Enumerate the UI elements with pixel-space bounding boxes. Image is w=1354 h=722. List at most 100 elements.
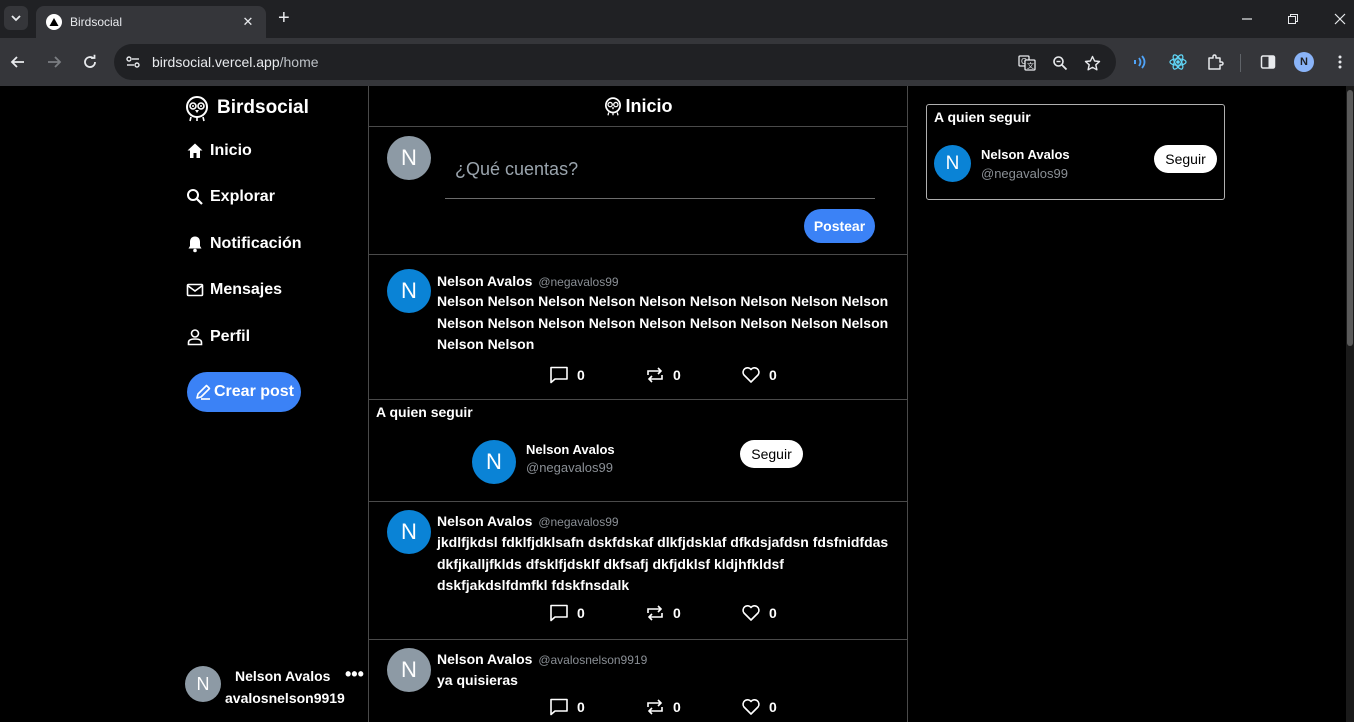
account-switcher[interactable]: N Nelson Avalos avalosnelson9919 ••• <box>185 664 365 710</box>
nav-label-notifications: Notificación <box>210 235 302 252</box>
nav-label-home: Inicio <box>210 142 252 159</box>
heart-icon <box>742 605 760 621</box>
restore-button[interactable] <box>1281 8 1305 30</box>
translate-icon[interactable]: G文 <box>1017 53 1037 73</box>
nav-label-messages: Mensajes <box>210 281 283 298</box>
comment-icon <box>550 366 568 384</box>
comment-icon <box>550 698 568 716</box>
avatar[interactable]: N <box>387 269 431 313</box>
side-panel-icon[interactable] <box>1257 51 1279 73</box>
like-count: 0 <box>769 699 777 715</box>
profile-initial: N <box>1294 52 1314 72</box>
bell-icon <box>188 236 202 253</box>
suggested-user-name[interactable]: Nelson Avalos <box>526 442 615 457</box>
account-name: Nelson Avalos <box>235 668 331 684</box>
post-item[interactable]: N Nelson Avalos @negavalos99 jkdlfjkdsl … <box>369 502 907 640</box>
section-title: A quien seguir <box>376 404 473 420</box>
post-actions: 0 0 0 <box>549 603 837 623</box>
feed-header: Inicio <box>369 86 907 127</box>
post-item[interactable]: N Nelson Avalos @avalosnelson9919 ya qui… <box>369 640 907 722</box>
repost-button[interactable]: 0 <box>645 697 741 717</box>
post-author-name[interactable]: Nelson Avalos <box>437 651 532 667</box>
avatar[interactable]: N <box>387 648 431 692</box>
suggested-user-handle: @negavalos99 <box>526 460 613 475</box>
arrow-right-icon <box>48 56 62 68</box>
url-host: birdsocial.vercel.app <box>152 54 280 70</box>
repost-count: 0 <box>673 367 681 383</box>
react-devtools-icon[interactable] <box>1167 51 1189 73</box>
repost-icon <box>647 605 663 621</box>
post-text: ya quisieras <box>437 672 518 688</box>
tab-close-icon[interactable]: ✕ <box>240 14 256 30</box>
create-post-label: Crear post <box>213 383 295 400</box>
minimize-button[interactable] <box>1235 8 1259 30</box>
nav-item-explore[interactable]: Explorar <box>186 188 275 206</box>
nav-item-notifications[interactable]: Notificación <box>186 235 302 253</box>
scrollbar-thumb[interactable] <box>1347 90 1353 346</box>
tab-search-button[interactable] <box>4 6 28 30</box>
zoom-icon[interactable] <box>1050 53 1070 73</box>
more-options-icon[interactable]: ••• <box>345 664 364 685</box>
post-item[interactable]: N Nelson Avalos @negavalos99 Nelson Nels… <box>369 255 907 400</box>
bookmark-star-icon[interactable] <box>1082 53 1102 73</box>
reload-button[interactable] <box>78 50 102 74</box>
nav-item-home[interactable]: Inicio <box>186 142 252 160</box>
comment-button[interactable]: 0 <box>549 697 645 717</box>
extension-audio-icon[interactable] <box>1130 51 1152 73</box>
like-count: 0 <box>769 605 777 621</box>
address-bar[interactable]: birdsocial.vercel.app/home G文 <box>114 44 1116 80</box>
repost-button[interactable]: 0 <box>645 365 741 385</box>
user-icon <box>187 329 203 346</box>
brand[interactable]: Birdsocial <box>183 94 309 122</box>
follow-button[interactable]: Seguir <box>740 440 803 468</box>
who-to-follow-inline: A quien seguir N Nelson Avalos @negavalo… <box>369 400 907 502</box>
url-path: /home <box>279 54 319 70</box>
suggested-user-name[interactable]: Nelson Avalos <box>981 147 1070 162</box>
page-scrollbar[interactable] <box>1346 86 1354 722</box>
repost-button[interactable]: 0 <box>645 603 741 623</box>
comment-count: 0 <box>577 699 585 715</box>
compose-input[interactable] <box>445 141 875 199</box>
repost-icon <box>647 699 663 715</box>
avatar[interactable]: N <box>934 145 971 182</box>
browser-toolbar: birdsocial.vercel.app/home G文 N <box>0 38 1354 86</box>
comment-button[interactable]: 0 <box>549 365 645 385</box>
like-button[interactable]: 0 <box>741 365 837 385</box>
create-post-button[interactable]: Crear post <box>187 372 301 412</box>
forward-button[interactable] <box>42 50 66 74</box>
like-button[interactable]: 0 <box>741 697 837 717</box>
post-actions: 0 0 0 <box>549 365 837 385</box>
avatar[interactable]: N <box>387 510 431 554</box>
avatar: N <box>185 666 221 702</box>
post-author-name[interactable]: Nelson Avalos <box>437 273 532 289</box>
heart-icon <box>742 367 760 383</box>
close-icon <box>1334 13 1346 25</box>
avatar: N <box>387 136 431 180</box>
back-button[interactable] <box>6 50 30 74</box>
search-icon <box>187 189 203 205</box>
post-author-name[interactable]: Nelson Avalos <box>437 513 532 529</box>
nav-item-messages[interactable]: Mensajes <box>186 281 282 299</box>
follow-button[interactable]: Seguir <box>1154 145 1217 173</box>
nav-item-profile[interactable]: Perfil <box>186 328 250 346</box>
close-window-button[interactable] <box>1328 8 1352 30</box>
comment-button[interactable]: 0 <box>549 603 645 623</box>
post-header: Nelson Avalos @negavalos99 <box>437 513 619 529</box>
active-tab[interactable]: Birdsocial ✕ <box>36 6 266 38</box>
pencil-icon <box>196 384 211 400</box>
new-tab-button[interactable]: + <box>278 8 290 28</box>
site-settings-icon[interactable] <box>124 53 142 71</box>
extensions-puzzle-icon[interactable] <box>1204 51 1226 73</box>
submit-post-button[interactable]: Postear <box>804 209 875 243</box>
profile-avatar[interactable]: N <box>1293 51 1315 73</box>
avatar[interactable]: N <box>472 440 516 484</box>
post-text: Nelson Nelson Nelson Nelson Nelson Nelso… <box>437 293 889 352</box>
post-header: Nelson Avalos @avalosnelson9919 <box>437 651 647 667</box>
page: Birdsocial Inicio Explorar Notificación … <box>0 86 1354 722</box>
browser-tab-strip: Birdsocial ✕ + <box>0 0 1354 38</box>
like-button[interactable]: 0 <box>741 603 837 623</box>
browser-menu-icon[interactable] <box>1329 51 1351 73</box>
toolbar-divider <box>1240 54 1241 72</box>
post-author-handle: @negavalos99 <box>538 515 619 529</box>
post-header: Nelson Avalos @negavalos99 <box>437 273 619 289</box>
